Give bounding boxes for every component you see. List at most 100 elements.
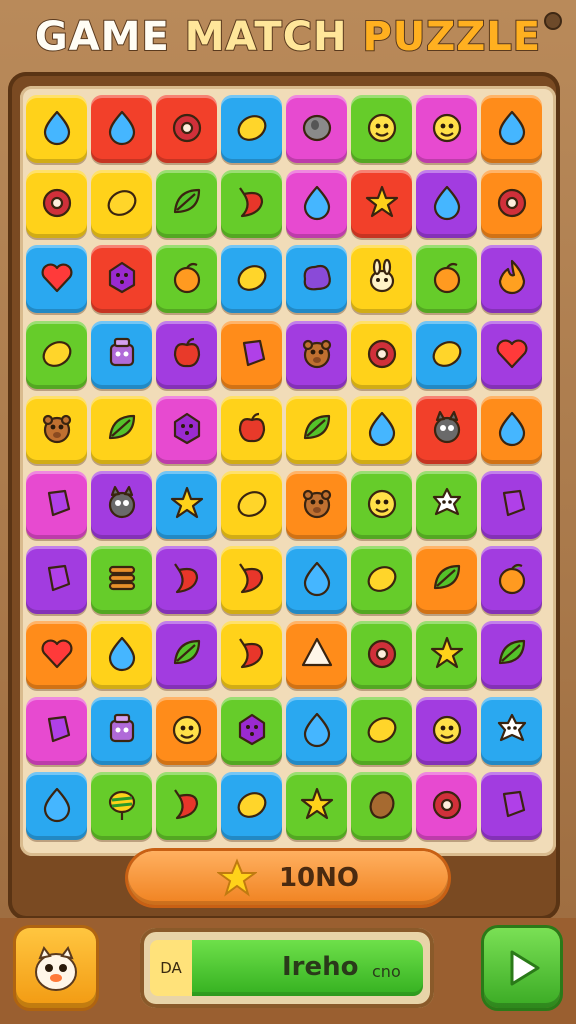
tile-r10-c2[interactable] <box>91 771 152 840</box>
face-icon <box>362 483 402 527</box>
tile-r6-c7[interactable] <box>416 470 477 539</box>
settings-dot-icon[interactable] <box>544 12 562 30</box>
tile-r8-c2[interactable] <box>91 621 152 690</box>
tile-r7-c4[interactable] <box>221 546 282 615</box>
tile-r4-c3[interactable] <box>156 320 217 389</box>
tile-r6-c1[interactable] <box>26 470 87 539</box>
leaf-icon <box>297 408 337 452</box>
tile-r2-c3[interactable] <box>156 170 217 239</box>
tile-r2-c7[interactable] <box>416 170 477 239</box>
ring-icon <box>362 633 402 677</box>
tile-r10-c7[interactable] <box>416 771 477 840</box>
tile-r2-c5[interactable] <box>286 170 347 239</box>
monster-icon <box>102 483 142 527</box>
tile-r9-c3[interactable] <box>156 696 217 765</box>
tile-r4-c1[interactable] <box>26 320 87 389</box>
tile-r9-c2[interactable] <box>91 696 152 765</box>
tile-r2-c8[interactable] <box>481 170 542 239</box>
tile-r10-c6[interactable] <box>351 771 412 840</box>
tile-r7-c1[interactable] <box>26 546 87 615</box>
tile-r4-c7[interactable] <box>416 320 477 389</box>
drop-icon <box>102 633 142 677</box>
tile-r6-c8[interactable] <box>481 470 542 539</box>
tile-r7-c6[interactable] <box>351 546 412 615</box>
tile-r1-c3[interactable] <box>156 95 217 163</box>
tile-r9-c8[interactable] <box>481 696 542 765</box>
tile-r1-c5[interactable] <box>286 95 347 163</box>
tile-r4-c8[interactable] <box>481 320 542 389</box>
tile-r6-c4[interactable] <box>221 470 282 539</box>
tile-r2-c4[interactable] <box>221 170 282 239</box>
tile-r2-c2[interactable] <box>91 170 152 239</box>
tile-r8-c7[interactable] <box>416 621 477 690</box>
tile-r5-c5[interactable] <box>286 395 347 464</box>
tile-r5-c2[interactable] <box>91 395 152 464</box>
fruit-icon <box>427 257 467 301</box>
tile-r8-c5[interactable] <box>286 621 347 690</box>
tile-r6-c5[interactable] <box>286 470 347 539</box>
pepper-icon <box>167 558 207 602</box>
tile-r3-c7[interactable] <box>416 245 477 314</box>
ring-icon <box>492 182 532 226</box>
tile-r3-c2[interactable] <box>91 245 152 314</box>
tile-r7-c5[interactable] <box>286 546 347 615</box>
triangle-icon <box>297 633 337 677</box>
tile-r1-c1[interactable] <box>26 95 87 163</box>
tile-r4-c5[interactable] <box>286 320 347 389</box>
drop-icon <box>37 784 77 828</box>
tile-r5-c8[interactable] <box>481 395 542 464</box>
tile-r1-c7[interactable] <box>416 95 477 163</box>
tile-r9-c7[interactable] <box>416 696 477 765</box>
tile-r10-c4[interactable] <box>221 771 282 840</box>
tile-r4-c6[interactable] <box>351 320 412 389</box>
tile-r3-c8[interactable] <box>481 245 542 314</box>
drop-icon <box>297 709 337 753</box>
tile-r9-c5[interactable] <box>286 696 347 765</box>
tile-r10-c8[interactable] <box>481 771 542 840</box>
tile-r4-c4[interactable] <box>221 320 282 389</box>
tile-r7-c7[interactable] <box>416 546 477 615</box>
play-button[interactable] <box>484 928 560 1008</box>
flame-icon <box>492 257 532 301</box>
tile-r10-c5[interactable] <box>286 771 347 840</box>
tile-r2-c1[interactable] <box>26 170 87 239</box>
tile-r1-c8[interactable] <box>481 95 542 163</box>
tile-r6-c6[interactable] <box>351 470 412 539</box>
tile-r1-c2[interactable] <box>91 95 152 163</box>
character-button[interactable] <box>16 928 96 1008</box>
ring-icon <box>362 333 402 377</box>
tile-r9-c6[interactable] <box>351 696 412 765</box>
tile-r2-c6[interactable] <box>351 170 412 239</box>
tile-r7-c8[interactable] <box>481 546 542 615</box>
tile-r8-c3[interactable] <box>156 621 217 690</box>
tile-r10-c3[interactable] <box>156 771 217 840</box>
tile-r6-c3[interactable] <box>156 470 217 539</box>
tile-r3-c1[interactable] <box>26 245 87 314</box>
tile-r3-c5[interactable] <box>286 245 347 314</box>
tile-r8-c6[interactable] <box>351 621 412 690</box>
tile-r3-c3[interactable] <box>156 245 217 314</box>
tile-r5-c3[interactable] <box>156 395 217 464</box>
tile-r5-c7[interactable] <box>416 395 477 464</box>
tile-r7-c3[interactable] <box>156 546 217 615</box>
tile-r8-c8[interactable] <box>481 621 542 690</box>
tile-r3-c4[interactable] <box>221 245 282 314</box>
leaf-icon <box>427 558 467 602</box>
tile-r6-c2[interactable] <box>91 470 152 539</box>
tile-r7-c2[interactable] <box>91 546 152 615</box>
tile-r1-c6[interactable] <box>351 95 412 163</box>
tile-r9-c1[interactable] <box>26 696 87 765</box>
tile-r5-c6[interactable] <box>351 395 412 464</box>
tile-r5-c1[interactable] <box>26 395 87 464</box>
tile-r4-c2[interactable] <box>91 320 152 389</box>
tile-r8-c1[interactable] <box>26 621 87 690</box>
pepper-icon <box>232 182 272 226</box>
tile-r10-c1[interactable] <box>26 771 87 840</box>
heart-icon <box>37 257 77 301</box>
tile-r3-c6[interactable] <box>351 245 412 314</box>
tile-r8-c4[interactable] <box>221 621 282 690</box>
tile-r9-c4[interactable] <box>221 696 282 765</box>
tile-r5-c4[interactable] <box>221 395 282 464</box>
star-icon <box>362 182 402 226</box>
tile-r1-c4[interactable] <box>221 95 282 163</box>
